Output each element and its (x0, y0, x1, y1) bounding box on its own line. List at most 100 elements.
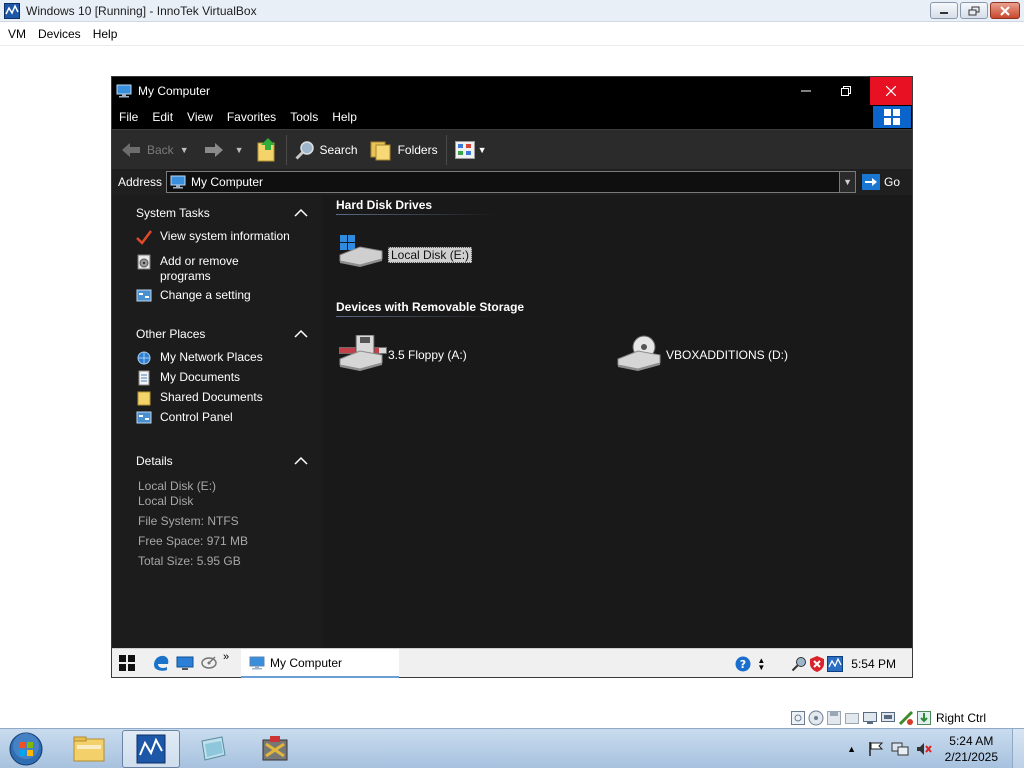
guest-start-button[interactable] (115, 651, 139, 675)
tray-up-down-icon[interactable]: ▲ ▼ (757, 656, 765, 671)
forward-arrow-icon (204, 142, 223, 157)
folder-icon (73, 736, 105, 762)
up-folder-button[interactable] (256, 137, 278, 162)
host-menu-vm[interactable]: VM (2, 27, 32, 41)
system-tasks-header[interactable]: System Tasks (112, 203, 322, 223)
address-input[interactable]: My Computer ▼ (166, 171, 857, 193)
help-icon[interactable]: ? (735, 656, 751, 672)
application-icon (201, 736, 226, 761)
network-status-icon[interactable] (880, 710, 896, 726)
menu-view[interactable]: View (180, 110, 220, 124)
chevron-down-icon[interactable]: ▼ (235, 145, 244, 155)
satellite-quicklaunch[interactable] (197, 651, 221, 675)
network-monitor-icon[interactable] (827, 655, 844, 672)
host-window-title: Windows 10 [Running] - InnoTek VirtualBo… (26, 3, 257, 18)
chevron-up-icon[interactable] (294, 327, 308, 341)
floppy-label: 3.5 Floppy (A:) (388, 348, 467, 362)
place-control-panel[interactable]: Control Panel (112, 410, 322, 430)
usb-status-icon[interactable] (898, 710, 914, 726)
host-task-app[interactable] (184, 730, 242, 768)
forward-button[interactable]: ▼ (203, 141, 244, 159)
toolbar-separator (285, 134, 287, 165)
host-task-explorer[interactable] (60, 730, 118, 768)
minimize-icon (940, 11, 948, 14)
security-shield-icon[interactable] (809, 655, 825, 672)
tray-search-icon[interactable] (791, 656, 807, 672)
desktop-quicklaunch[interactable] (173, 651, 197, 675)
my-computer-icon (170, 175, 186, 189)
edge-quicklaunch[interactable] (149, 651, 173, 675)
mouse-integration-icon[interactable] (916, 710, 932, 726)
show-desktop-button[interactable] (1012, 729, 1024, 768)
display-status-icon[interactable] (862, 710, 878, 726)
drive-floppy-a[interactable]: 3.5 Floppy (A:) (336, 335, 467, 375)
cd-label: VBOXADDITIONS (D:) (666, 348, 789, 362)
views-button[interactable]: ▼ (454, 140, 487, 159)
tray-overflow-icon[interactable]: ▲ (843, 740, 861, 758)
host-task-virtualbox[interactable] (122, 730, 180, 768)
details-free-space: Free Space: 971 MB (138, 534, 249, 548)
host-status-bar: Right Ctrl (790, 708, 1024, 728)
floppy-status-icon[interactable] (826, 710, 842, 726)
minimize-icon (801, 90, 811, 92)
taskbar-my-computer[interactable]: My Computer (241, 649, 399, 678)
search-button[interactable]: Search (294, 140, 358, 160)
guest-restore-button[interactable] (826, 77, 866, 105)
folder-up-icon (257, 137, 275, 161)
action-center-flag-icon[interactable] (867, 740, 885, 758)
quicklaunch-expand-icon[interactable]: » (223, 651, 229, 663)
chevron-down-icon[interactable]: ▼ (478, 145, 487, 155)
host-menu-help[interactable]: Help (87, 27, 124, 41)
host-clock[interactable]: 5:24 AM 2/21/2025 (945, 733, 998, 765)
menu-help[interactable]: Help (325, 110, 364, 124)
host-close-button[interactable] (990, 2, 1020, 19)
chevron-up-icon[interactable] (294, 454, 308, 468)
svg-text:?: ? (740, 658, 746, 671)
go-label: Go (884, 175, 901, 189)
task-view-system-info[interactable]: View system information (112, 229, 322, 249)
menu-edit[interactable]: Edit (145, 110, 180, 124)
drive-cd-d[interactable]: VBOXADDITIONS (D:) (614, 335, 788, 375)
back-button[interactable]: Back ▼ (120, 141, 189, 159)
place-shared-documents[interactable]: Shared Documents (112, 390, 322, 410)
drive-local-disk-e[interactable]: Local Disk (E:) (336, 235, 473, 275)
host-task-tool[interactable] (246, 730, 304, 768)
menu-favorites[interactable]: Favorites (220, 110, 283, 124)
place-label: My Documents (160, 370, 241, 384)
control-panel-icon (136, 411, 152, 424)
menu-tools[interactable]: Tools (283, 110, 325, 124)
network-tray-icon[interactable] (891, 740, 909, 758)
cd-status-icon[interactable] (808, 710, 824, 726)
host-minimize-button[interactable] (930, 2, 958, 19)
host-restore-button[interactable] (960, 2, 988, 19)
task-add-remove-programs[interactable]: Add or remove programs (112, 254, 322, 284)
host-titlebar: Windows 10 [Running] - InnoTek VirtualBo… (0, 0, 1024, 22)
shared-folders-status-icon[interactable] (844, 710, 860, 726)
folders-label: Folders (397, 142, 438, 157)
details-header[interactable]: Details (112, 451, 322, 471)
host-start-button[interactable] (6, 731, 46, 767)
edge-browser-icon (154, 655, 169, 671)
guest-minimize-button[interactable] (786, 77, 826, 105)
menu-file[interactable]: File (112, 110, 145, 124)
address-label: Address (118, 175, 163, 189)
chevron-up-icon[interactable] (294, 206, 308, 220)
volume-muted-icon[interactable] (915, 740, 933, 758)
task-change-setting[interactable]: Change a setting (112, 288, 322, 308)
go-button[interactable]: Go (862, 174, 900, 190)
host-menu-devices[interactable]: Devices (32, 27, 87, 41)
hard-disk-status-icon[interactable] (790, 710, 806, 726)
checkmark-icon (136, 230, 152, 245)
place-my-documents[interactable]: My Documents (112, 370, 322, 390)
details-title: Details (136, 454, 173, 468)
guest-clock: 5:54 PM (851, 656, 896, 671)
address-dropdown-button[interactable]: ▼ (839, 172, 856, 192)
folders-button[interactable]: Folders (370, 139, 438, 161)
other-places-header[interactable]: Other Places (112, 324, 322, 344)
guest-close-button[interactable] (870, 77, 912, 105)
chevron-down-icon[interactable]: ▼ (180, 145, 189, 155)
place-label: Control Panel (160, 410, 233, 424)
system-tasks-title: System Tasks (136, 206, 210, 220)
group-underline (336, 316, 496, 317)
place-my-network-places[interactable]: My Network Places (112, 350, 322, 370)
